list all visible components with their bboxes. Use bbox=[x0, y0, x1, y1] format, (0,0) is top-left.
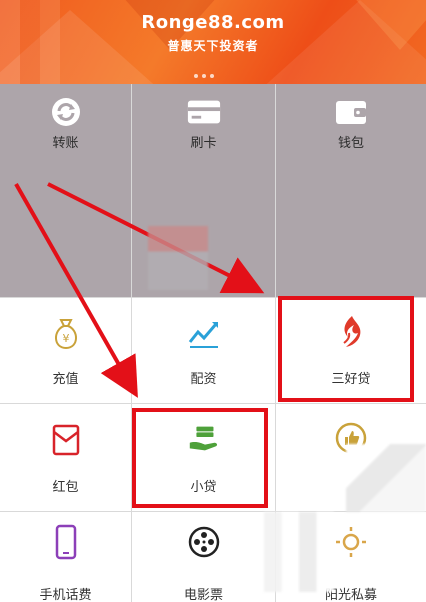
banner-slogan: 普惠天下投资者 bbox=[167, 39, 259, 53]
grid-item-sanhaodai[interactable]: 三好贷 bbox=[276, 298, 426, 404]
grid-item-margin-funding[interactable]: 配资 bbox=[132, 298, 276, 404]
film-reel-icon bbox=[186, 524, 222, 560]
grid-item-wallet[interactable]: 钱包 bbox=[276, 84, 426, 298]
trend-chart-icon bbox=[186, 316, 222, 352]
grid-item-label: 红包 bbox=[52, 480, 79, 495]
money-bag-icon: ¥ bbox=[48, 316, 84, 352]
transfer-refresh-icon bbox=[48, 94, 84, 130]
grid-item-label: 钱包 bbox=[337, 136, 364, 151]
grid-item-small-loan[interactable]: 小贷 bbox=[132, 404, 276, 512]
card-icon bbox=[186, 94, 222, 130]
svg-text:¥: ¥ bbox=[62, 332, 69, 345]
grid-item-red-envelope[interactable]: 红包 bbox=[0, 404, 132, 512]
wallet-icon bbox=[333, 94, 369, 130]
grid-item-label: 转账 bbox=[52, 136, 79, 151]
grid-item-label: 三好贷 bbox=[331, 372, 371, 387]
grid-item-label: 配资 bbox=[190, 372, 217, 387]
grid-item-movie-ticket[interactable]: 电影票 bbox=[132, 512, 276, 602]
pixelated-region bbox=[264, 512, 334, 592]
red-envelope-icon bbox=[48, 422, 84, 458]
carousel-dots[interactable] bbox=[194, 74, 214, 78]
grid-item-label: 手机话费 bbox=[39, 588, 92, 602]
cash-hand-icon bbox=[186, 420, 222, 456]
grid-item-label: 刷卡 bbox=[190, 136, 217, 151]
banner-site-name: Ronge88.com bbox=[141, 12, 285, 33]
phone-icon bbox=[48, 524, 84, 560]
grid-item-label: 小贷 bbox=[190, 480, 217, 495]
grid-item-label: 充值 bbox=[52, 372, 79, 387]
grid-item-card[interactable]: 刷卡 bbox=[132, 84, 276, 298]
flame-logo-icon bbox=[333, 314, 369, 350]
top-banner[interactable]: Ronge88.com 普惠天下投资者 bbox=[0, 0, 426, 84]
grid-item-label: 电影票 bbox=[183, 588, 223, 602]
sun-icon bbox=[333, 524, 369, 560]
grid-item-phone-bill[interactable]: 手机话费 bbox=[0, 512, 132, 602]
grid-item-private-equity[interactable]: 阳光私募 bbox=[264, 512, 426, 602]
grid-item-recharge[interactable]: ¥ 充值 bbox=[0, 298, 132, 404]
pixelated-region bbox=[346, 444, 426, 512]
service-grid: 转账 刷卡 钱包 ¥ 充值 配资 三好贷 红包 小贷 手机话费 电影票 阳光私募 bbox=[0, 84, 426, 602]
grid-item-thumbs-badge[interactable] bbox=[276, 404, 426, 512]
grid-item-transfer[interactable]: 转账 bbox=[0, 84, 132, 298]
